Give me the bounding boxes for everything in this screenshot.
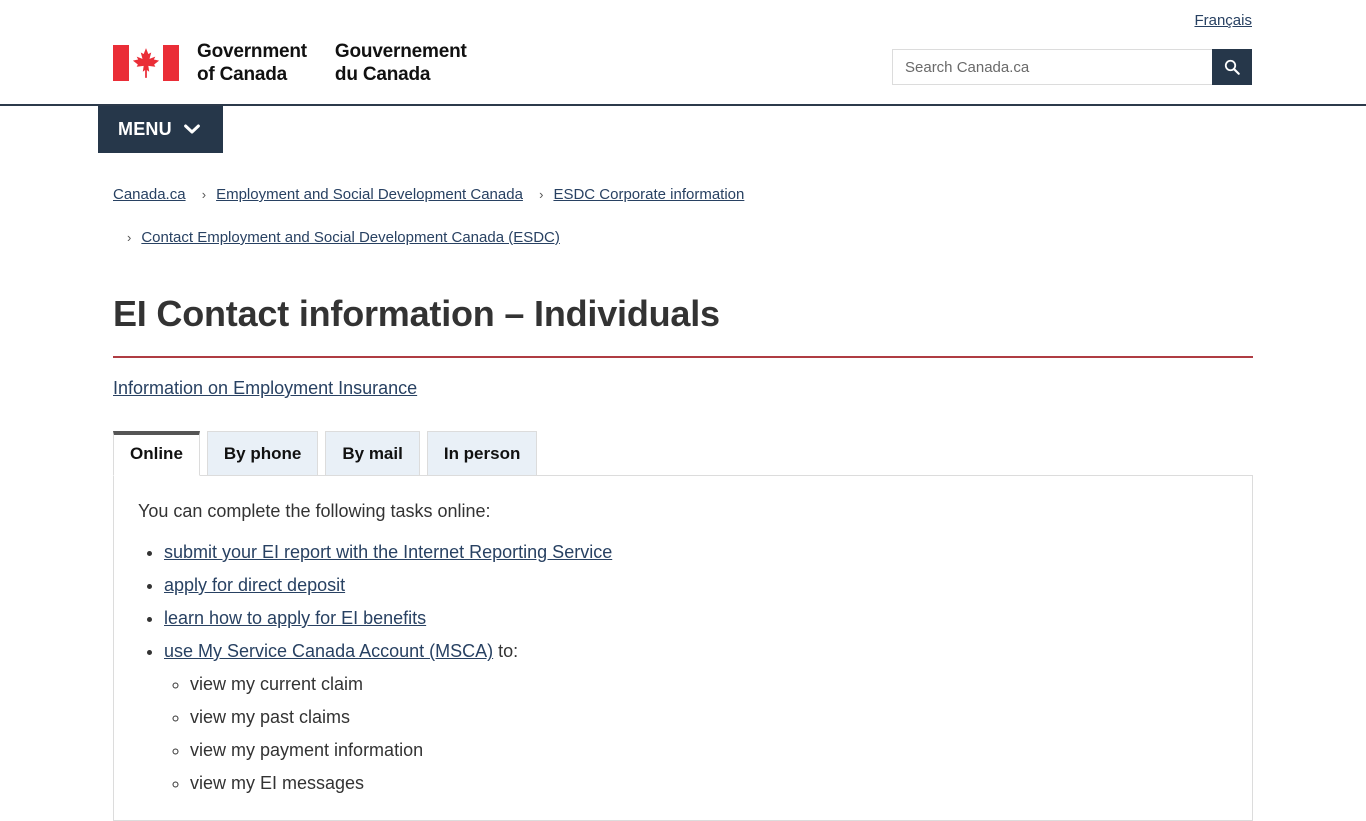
site-search[interactable]: [892, 49, 1252, 85]
information-on-employment-insurance-link[interactable]: Information on Employment Insurance: [113, 378, 417, 398]
menu-button[interactable]: MENU: [98, 106, 223, 153]
breadcrumb-link-3[interactable]: Contact Employment and Social Developmen…: [141, 229, 560, 246]
breadcrumb-item-2[interactable]: ESDC Corporate information: [527, 186, 744, 203]
search-button[interactable]: [1212, 49, 1252, 85]
tab-panel-online: You can complete the following tasks onl…: [113, 475, 1253, 821]
wordmark-fr-line1: Gouvernement: [334, 41, 467, 62]
list-item: submit your EI report with the Internet …: [164, 536, 1228, 569]
site-header: Français Government of Canada Gouverneme…: [0, 0, 1366, 108]
breadcrumb-item-0[interactable]: Canada.ca: [113, 186, 186, 203]
list-item: use My Service Canada Account (MSCA) to:…: [164, 635, 1228, 800]
wordmark: Government of Canada Gouvernement du Can…: [197, 40, 467, 86]
task-link-1[interactable]: apply for direct deposit: [164, 575, 345, 595]
tab-by-phone[interactable]: By phone: [206, 431, 319, 476]
wordmark-fr-line2: du Canada: [334, 64, 431, 85]
list-item: learn how to apply for EI benefits: [164, 602, 1228, 635]
task-link-0[interactable]: submit your EI report with the Internet …: [164, 542, 612, 562]
language-toggle-link[interactable]: Français: [1194, 12, 1252, 29]
tab-list: Online By phone By mail In person: [113, 431, 1253, 476]
menu-button-label: MENU: [118, 119, 172, 139]
breadcrumb-link-0[interactable]: Canada.ca: [113, 186, 186, 203]
page-title: EI Contact information – Individuals: [113, 292, 1253, 358]
chevron-down-icon: [183, 124, 200, 134]
msca-sub-list: view my current claim view my past claim…: [164, 668, 1228, 800]
search-input[interactable]: [892, 49, 1212, 85]
wordmark-english: Government of Canada: [197, 40, 307, 86]
wordmark-en-line1: Government: [197, 41, 307, 62]
task-link-3[interactable]: use My Service Canada Account (MSCA): [164, 641, 493, 661]
list-item: view my past claims: [190, 701, 1228, 734]
canada-flag-icon: [113, 45, 179, 81]
main-menu-bar: MENU: [0, 106, 1366, 161]
language-toggle[interactable]: Français: [1194, 11, 1252, 31]
panel-intro-text: You can complete the following tasks onl…: [138, 501, 491, 521]
intro-link-wrapper: Information on Employment Insurance: [113, 375, 1253, 401]
list-item: view my EI messages: [190, 767, 1228, 800]
search-icon: [1224, 59, 1240, 75]
breadcrumb-item-3[interactable]: Contact Employment and Social Developmen…: [113, 227, 1263, 248]
tabs-container: Online By phone By mail In person You ca…: [113, 431, 1253, 821]
list-item: apply for direct deposit: [164, 569, 1228, 602]
government-of-canada-brand[interactable]: Government of Canada Gouvernement du Can…: [113, 40, 467, 86]
task-suffix-3: to:: [493, 641, 519, 661]
breadcrumb-link-1[interactable]: Employment and Social Development Canada: [216, 186, 523, 203]
wordmark-en-line2: of Canada: [197, 64, 288, 85]
breadcrumb: Canada.ca Employment and Social Developm…: [113, 184, 1263, 248]
list-item: view my current claim: [190, 668, 1228, 701]
task-link-2[interactable]: learn how to apply for EI benefits: [164, 608, 426, 628]
tab-online[interactable]: Online: [113, 431, 200, 476]
list-item: view my payment information: [190, 734, 1228, 767]
breadcrumb-item-1[interactable]: Employment and Social Development Canada: [190, 186, 523, 203]
wordmark-french: Gouvernement du Canada: [335, 40, 467, 86]
breadcrumb-link-2[interactable]: ESDC Corporate information: [553, 186, 744, 203]
online-task-list: submit your EI report with the Internet …: [138, 536, 1228, 800]
tab-by-mail[interactable]: By mail: [325, 431, 420, 476]
tab-in-person[interactable]: In person: [426, 431, 538, 476]
main-content: EI Contact information – Individuals Inf…: [113, 292, 1253, 821]
